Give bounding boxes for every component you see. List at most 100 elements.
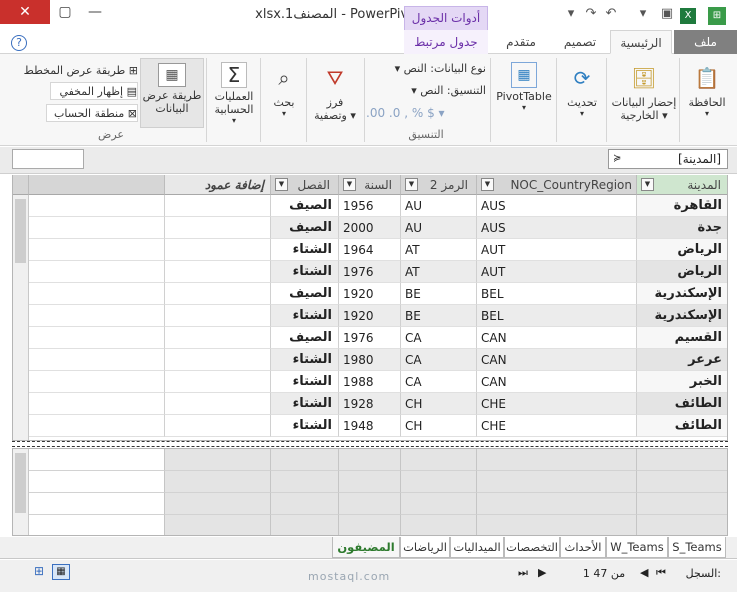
cell-code2[interactable]: AU (401, 217, 477, 239)
empty-cell[interactable] (29, 239, 165, 261)
calc-cell[interactable] (29, 493, 165, 515)
get-external-data-button[interactable]: 🗄 إحضار البيانات الخارجية ▾ (610, 58, 678, 128)
tab-design[interactable]: تصميم (552, 30, 608, 54)
cell-year[interactable]: 1964 (339, 239, 401, 261)
cell-season[interactable]: الشتاء (271, 415, 339, 437)
calc-cell[interactable] (401, 493, 477, 515)
cell-season[interactable]: الشتاء (271, 305, 339, 327)
save-icon[interactable]: ▣ (658, 6, 676, 26)
calc-cell[interactable] (339, 449, 401, 471)
cell-city[interactable]: الرياض (637, 239, 727, 261)
diagram-view-button[interactable]: طريقة عرض المخطط ⊞ (18, 62, 138, 80)
table-row[interactable]: الشتاء 1988 CA CAN الخبر (13, 371, 727, 393)
tab-advanced[interactable]: متقدم (492, 30, 550, 54)
cell-city[interactable]: الطائف (637, 393, 727, 415)
cell-noc-region[interactable]: BEL (477, 283, 637, 305)
cell-year[interactable]: 1956 (339, 195, 401, 217)
empty-cell[interactable] (165, 195, 271, 217)
empty-cell[interactable] (29, 349, 165, 371)
cell-code2[interactable]: BE (401, 283, 477, 305)
undo-icon[interactable]: ↶ (602, 6, 620, 26)
previous-record-icon[interactable]: ◀ (640, 566, 648, 579)
data-view-button[interactable]: ▦ طريقة عرض البيانات (140, 58, 204, 128)
cell-city[interactable]: الرياض (637, 261, 727, 283)
qat-customize-icon[interactable]: ▾ (562, 6, 580, 26)
calculations-button[interactable]: Σ العمليات الحسابية ▾ (210, 58, 258, 128)
diagram-view-icon[interactable]: ⊞ (30, 564, 48, 580)
empty-cell[interactable] (29, 327, 165, 349)
first-record-icon[interactable]: ⏮ (656, 566, 666, 580)
cell-season[interactable]: الصيف (271, 327, 339, 349)
calc-cell[interactable] (637, 471, 727, 493)
format-dropdown[interactable]: ▾ التنسيق: النص (384, 82, 486, 100)
excel-icon[interactable]: X (680, 8, 696, 24)
add-column-header[interactable]: إضافة عمود (165, 175, 271, 195)
calc-cell[interactable] (477, 471, 637, 493)
cell-year[interactable]: 2000 (339, 217, 401, 239)
grid-splitter[interactable] (12, 441, 728, 447)
empty-cell[interactable] (29, 371, 165, 393)
cell-city[interactable]: الطائف (637, 415, 727, 437)
table-row[interactable]: الشتاء 1928 CH CHE الطائف (13, 393, 727, 415)
empty-cell[interactable] (165, 305, 271, 327)
sheet-tab-sports[interactable]: الرياضات (400, 537, 450, 558)
calc-cell[interactable] (477, 449, 637, 471)
cell-noc-region[interactable]: BEL (477, 305, 637, 327)
increase-decimal-icon[interactable]: .0 (389, 106, 400, 120)
chevron-down-icon[interactable]: ▼ (343, 178, 356, 191)
cell-season[interactable]: الشتاء (271, 393, 339, 415)
next-record-icon[interactable]: ▶ (538, 566, 546, 579)
calc-cell[interactable] (477, 493, 637, 515)
calc-cell[interactable] (29, 471, 165, 493)
table-row[interactable]: الشتاء 1976 AT AUT الرياض (13, 261, 727, 283)
table-row[interactable]: الشتاء 1948 CH CHE الطائف (13, 415, 727, 437)
cell-code2[interactable]: CH (401, 393, 477, 415)
empty-cell[interactable] (29, 195, 165, 217)
table-row[interactable]: الصيف 1920 BE BEL الإسكندرية (13, 283, 727, 305)
column-header-city[interactable]: ▼ المدينة (637, 175, 727, 195)
help-button[interactable]: ? (8, 30, 30, 54)
cell-city[interactable]: الإسكندرية (637, 305, 727, 327)
data-type-dropdown[interactable]: ▾ نوع البيانات: النص (384, 60, 486, 78)
cell-season[interactable]: الشتاء (271, 261, 339, 283)
calc-cell[interactable] (165, 493, 271, 515)
empty-cell[interactable] (165, 415, 271, 437)
empty-cell[interactable] (29, 283, 165, 305)
cell-city[interactable]: جدة (637, 217, 727, 239)
cell-season[interactable]: الصيف (271, 217, 339, 239)
grid-view-icon[interactable]: ▦ (52, 564, 70, 580)
redo-icon[interactable]: ↷ (582, 6, 600, 26)
maximize-button[interactable]: ▢ (50, 0, 80, 24)
empty-cell[interactable] (29, 261, 165, 283)
tab-linked-table[interactable]: جدول مرتبط (404, 30, 488, 54)
column-header-season[interactable]: ▼ الفصل (271, 175, 339, 195)
cell-code2[interactable]: AU (401, 195, 477, 217)
cell-city[interactable]: الإسكندرية (637, 283, 727, 305)
calc-scrollbar[interactable] (13, 449, 29, 535)
cell-code2[interactable]: AT (401, 261, 477, 283)
sheet-tab-disciplines[interactable]: التخصصات (504, 537, 560, 558)
cell-noc-region[interactable]: CHE (477, 415, 637, 437)
cell-noc-region[interactable]: CAN (477, 371, 637, 393)
cell-noc-region[interactable]: AUT (477, 261, 637, 283)
tab-file[interactable]: ملف (674, 30, 737, 54)
sheet-tab-s-teams[interactable]: S_Teams (668, 537, 726, 558)
cell-code2[interactable]: CA (401, 371, 477, 393)
empty-cell[interactable] (165, 261, 271, 283)
chevron-down-icon[interactable]: ▼ (275, 178, 288, 191)
calc-cell[interactable] (401, 471, 477, 493)
cell-season[interactable]: الصيف (271, 283, 339, 305)
empty-cell[interactable] (29, 393, 165, 415)
cell-noc-region[interactable]: CAN (477, 327, 637, 349)
calc-cell[interactable] (29, 449, 165, 471)
cell-year[interactable]: 1988 (339, 371, 401, 393)
chevron-down-icon[interactable]: ▼ (481, 178, 494, 191)
cell-code2[interactable]: BE (401, 305, 477, 327)
sort-filter-button[interactable]: ⛛ فرز وتصفية ▾ (310, 58, 360, 128)
cell-code2[interactable]: CH (401, 415, 477, 437)
chevron-down-icon[interactable]: ▼ (405, 178, 418, 191)
calc-cell[interactable] (637, 449, 727, 471)
comma-icon[interactable]: , (404, 106, 412, 120)
cell-noc-region[interactable]: CAN (477, 349, 637, 371)
table-row[interactable]: الشتاء 1980 CA CAN عرعر (13, 349, 727, 371)
